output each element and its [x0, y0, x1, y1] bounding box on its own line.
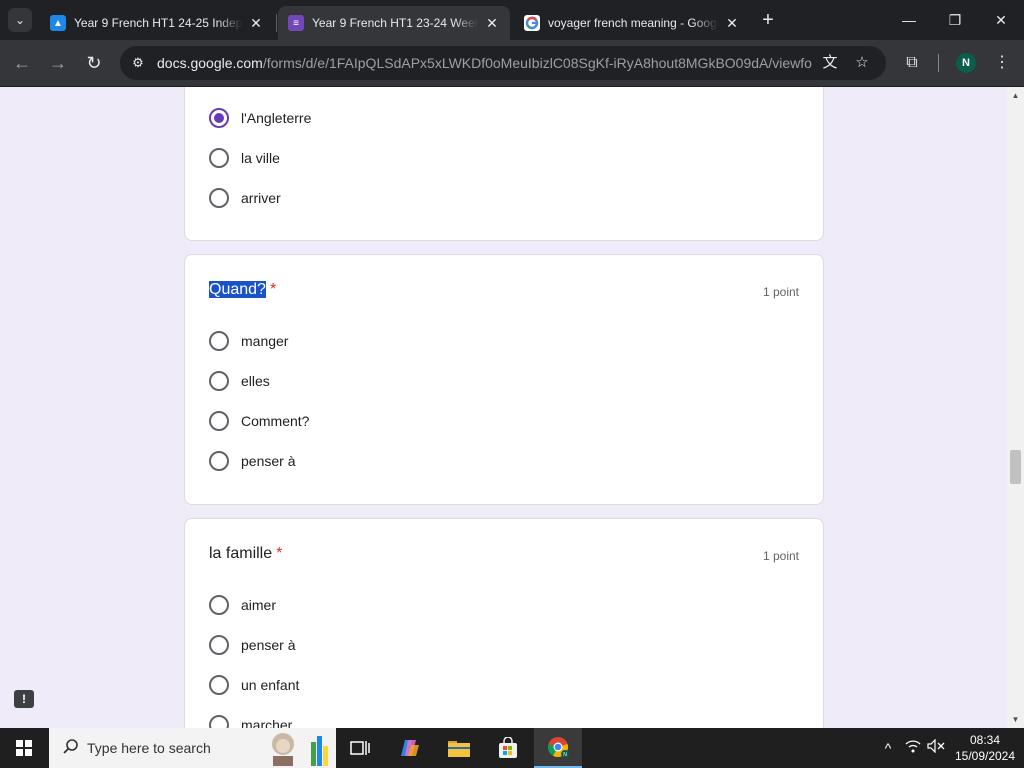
- translate-icon[interactable]: 文: [820, 53, 840, 73]
- page-scrollbar[interactable]: ▲ ▼: [1007, 87, 1024, 728]
- question-card-previous: l'Angleterre la ville arriver: [184, 87, 824, 241]
- tab-forms[interactable]: ≡ Year 9 French HT1 23-24 Week 1 ✕: [278, 6, 510, 40]
- selected-text: Quand?: [209, 281, 266, 298]
- option-row[interactable]: marcher: [209, 713, 292, 728]
- folder-icon: [448, 741, 470, 757]
- task-view-button[interactable]: [336, 728, 384, 768]
- radio-icon[interactable]: [209, 675, 229, 695]
- radio-icon[interactable]: [209, 451, 229, 471]
- store-icon: [499, 737, 517, 758]
- option-row[interactable]: aimer: [209, 593, 276, 617]
- profile-avatar[interactable]: N: [956, 53, 976, 73]
- option-row[interactable]: Comment?: [209, 409, 309, 433]
- tab-close-icon[interactable]: ✕: [248, 15, 264, 32]
- chevron-up-icon[interactable]: ^: [878, 738, 898, 758]
- restore-icon[interactable]: ❐: [943, 8, 967, 32]
- url-text[interactable]: docs.google.com/forms/d/e/1FAIpQLSdAPx5x…: [157, 55, 812, 71]
- required-asterisk: *: [269, 281, 277, 298]
- task-view-icon: [350, 741, 370, 755]
- new-tab-icon[interactable]: +: [756, 8, 780, 32]
- tab-close-icon[interactable]: ✕: [724, 15, 740, 32]
- option-row[interactable]: la ville: [209, 146, 280, 170]
- network-icon[interactable]: [903, 738, 923, 758]
- site-info-icon[interactable]: ⚙: [128, 53, 148, 73]
- scroll-thumb[interactable]: [1010, 450, 1021, 484]
- radio-icon[interactable]: [209, 188, 229, 208]
- copilot-icon: [401, 740, 419, 756]
- radio-icon[interactable]: [209, 331, 229, 351]
- chevron-down-icon: ⌄: [14, 13, 26, 27]
- radio-icon[interactable]: [209, 411, 229, 431]
- tab-search-button[interactable]: ⌄: [8, 8, 32, 32]
- question-title: Quand? *: [209, 281, 276, 299]
- points-label: 1 point: [762, 285, 799, 299]
- option-row[interactable]: penser à: [209, 449, 295, 473]
- google-icon: [524, 15, 540, 31]
- question-card-quand: Quand? * 1 point manger elles Comment? pe…: [184, 254, 824, 505]
- tab-google-search[interactable]: voyager french meaning - Google Search ✕: [514, 6, 750, 40]
- tab-close-icon[interactable]: ✕: [484, 15, 500, 32]
- taskbar-clock[interactable]: 08:34 15/09/2024: [950, 732, 1020, 764]
- bookmark-star-icon[interactable]: ☆: [852, 53, 872, 73]
- radio-icon[interactable]: [209, 371, 229, 391]
- question-title: la famille *: [209, 545, 283, 562]
- reload-icon[interactable]: ↻: [81, 50, 107, 76]
- close-window-icon[interactable]: ✕: [989, 8, 1013, 32]
- taskbar-file-explorer[interactable]: [435, 728, 483, 768]
- required-asterisk: *: [276, 545, 283, 562]
- option-row[interactable]: un enfant: [209, 673, 299, 697]
- taskbar-search-box[interactable]: Type here to search: [49, 728, 336, 768]
- chrome-icon: N: [548, 737, 569, 758]
- tab-divider: [276, 14, 277, 32]
- toolbar-separator: [938, 54, 939, 72]
- windows-taskbar: Type here to search N ^ 08:34 15/09/2024: [0, 728, 1024, 768]
- option-row[interactable]: elles: [209, 369, 270, 393]
- start-button[interactable]: [0, 728, 48, 768]
- windows-logo-icon: [16, 740, 32, 756]
- form-content[interactable]: l'Angleterre la ville arriver Quand? * 1 …: [0, 87, 1007, 728]
- radio-icon[interactable]: [209, 715, 229, 728]
- taskbar-copilot[interactable]: [386, 728, 434, 768]
- extensions-icon[interactable]: ⧉: [901, 52, 923, 74]
- radio-icon[interactable]: [209, 148, 229, 168]
- browser-tab-bar: ⌄ ▲ Year 9 French HT1 24-25 Independent …: [0, 0, 1024, 40]
- scroll-down-icon[interactable]: ▼: [1007, 711, 1024, 728]
- minimize-icon[interactable]: —: [897, 8, 921, 32]
- google-forms-icon: ≡: [288, 15, 304, 31]
- taskbar-microsoft-store[interactable]: [484, 728, 532, 768]
- option-row[interactable]: manger: [209, 329, 288, 353]
- address-bar[interactable]: ⚙ docs.google.com/forms/d/e/1FAIpQLSdAPx…: [120, 46, 886, 80]
- taskbar-chrome[interactable]: N: [534, 728, 582, 768]
- points-label: 1 point: [762, 549, 799, 563]
- search-icon: [61, 738, 81, 758]
- more-menu-icon[interactable]: ⋮: [991, 52, 1013, 74]
- forward-icon[interactable]: →: [45, 50, 71, 76]
- radio-icon[interactable]: [209, 595, 229, 615]
- option-row[interactable]: l'Angleterre: [209, 106, 311, 130]
- feedback-icon[interactable]: !: [14, 690, 34, 708]
- browser-toolbar: ← → ↻ ⚙ docs.google.com/forms/d/e/1FAIpQ…: [0, 40, 1024, 87]
- back-icon[interactable]: ←: [9, 50, 35, 76]
- question-card-la-famille: la famille * 1 point aimer penser à un en…: [184, 518, 824, 728]
- search-highlight-illustration: [272, 733, 328, 766]
- google-classroom-icon: ▲: [50, 15, 66, 31]
- option-row[interactable]: arriver: [209, 186, 281, 210]
- tab-classroom[interactable]: ▲ Year 9 French HT1 24-25 Independent St…: [40, 6, 274, 40]
- radio-icon[interactable]: [209, 635, 229, 655]
- option-row[interactable]: penser à: [209, 633, 295, 657]
- volume-muted-icon[interactable]: [926, 738, 946, 758]
- scroll-up-icon[interactable]: ▲: [1007, 87, 1024, 104]
- radio-checked-icon[interactable]: [209, 108, 229, 128]
- chrome-profile-initial: N: [563, 752, 567, 758]
